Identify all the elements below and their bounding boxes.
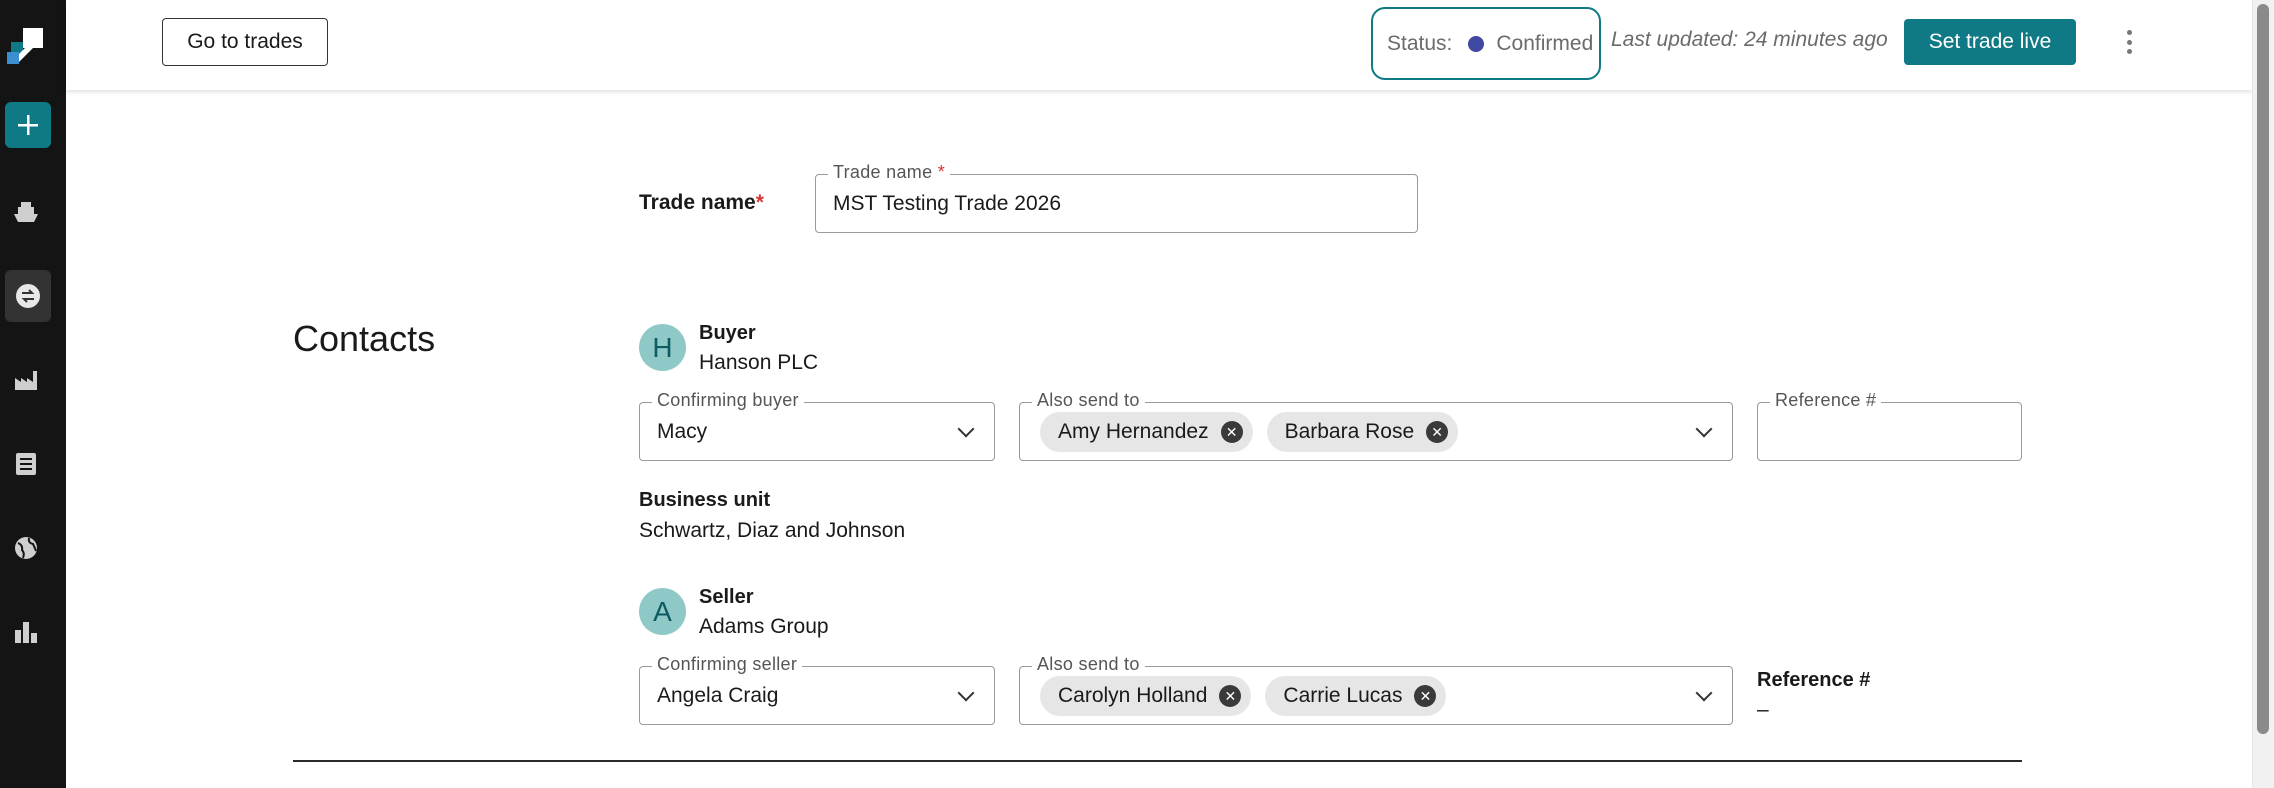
confirming-seller-select[interactable]: Confirming seller Angela Craig bbox=[639, 654, 995, 725]
globe-icon bbox=[15, 537, 37, 559]
chevron-down-icon[interactable] bbox=[1695, 420, 1713, 437]
ship-icon bbox=[14, 202, 38, 222]
trade-name-value: MST Testing Trade 2026 bbox=[833, 191, 1062, 215]
buyer-role: Buyer bbox=[699, 322, 756, 344]
seller-also-send-to-select[interactable]: Also send to Carolyn Holland ✕ Carrie Lu… bbox=[1019, 654, 1733, 725]
section-divider bbox=[293, 760, 2022, 762]
page-header: Go to trades Status: Confirmed Last upda… bbox=[66, 0, 2252, 90]
chevron-down-icon[interactable] bbox=[957, 684, 975, 701]
factory-icon bbox=[15, 371, 37, 390]
buyer-reference-input[interactable]: Reference # bbox=[1757, 390, 2022, 461]
status-label: Status: bbox=[1387, 31, 1453, 55]
nav-analytics[interactable] bbox=[8, 614, 44, 650]
seller-role: Seller bbox=[699, 586, 754, 608]
add-button[interactable] bbox=[5, 102, 51, 148]
seller-also-send-legend: Also send to bbox=[1032, 654, 1145, 675]
confirming-seller-legend: Confirming seller bbox=[652, 654, 803, 675]
scrollbar-thumb[interactable] bbox=[2257, 4, 2269, 734]
buyer-also-send-to-select[interactable]: Also send to Amy Hernandez ✕ Barbara Ros… bbox=[1019, 390, 1733, 461]
last-updated-text: Last updated: 24 minutes ago bbox=[1611, 28, 1888, 51]
business-unit-label: Business unit bbox=[639, 489, 771, 511]
confirming-buyer-legend: Confirming buyer bbox=[652, 390, 804, 411]
nav-vessels[interactable] bbox=[8, 194, 44, 230]
trade-name-label: Trade name* bbox=[639, 191, 764, 214]
recipient-chip: Carrie Lucas ✕ bbox=[1265, 675, 1447, 716]
buyer-company: Hanson PLC bbox=[699, 351, 819, 374]
seller-reference-value: – bbox=[1757, 698, 1769, 721]
document-list-icon bbox=[16, 453, 36, 475]
chevron-down-icon[interactable] bbox=[957, 420, 975, 437]
nav-globe[interactable] bbox=[8, 530, 44, 566]
recipient-chip: Carolyn Holland ✕ bbox=[1040, 675, 1252, 716]
sidebar bbox=[0, 0, 66, 788]
buyer-avatar: H bbox=[639, 324, 686, 371]
seller-avatar: A bbox=[639, 588, 686, 635]
recipient-chip: Amy Hernandez ✕ bbox=[1040, 411, 1253, 452]
chevron-down-icon[interactable] bbox=[1695, 684, 1713, 701]
nav-facilities[interactable] bbox=[8, 362, 44, 398]
status-dot-icon bbox=[1468, 35, 1485, 52]
seller-company: Adams Group bbox=[699, 615, 829, 638]
set-trade-live-button[interactable]: Set trade live bbox=[1904, 19, 2076, 65]
remove-chip-icon[interactable]: ✕ bbox=[1414, 684, 1437, 707]
remove-chip-icon[interactable]: ✕ bbox=[1426, 420, 1449, 443]
confirming-buyer-select[interactable]: Confirming buyer Macy bbox=[639, 390, 995, 461]
nav-trades[interactable] bbox=[5, 270, 51, 322]
seller-reference-label: Reference # bbox=[1757, 669, 1871, 691]
status-value: Confirmed bbox=[1496, 31, 1594, 55]
trade-name-legend: Trade name * bbox=[828, 162, 951, 183]
status-indicator[interactable]: Status: Confirmed bbox=[1371, 7, 1601, 80]
trade-name-input[interactable]: Trade name * MST Testing Trade 2026 bbox=[815, 162, 1418, 233]
buyer-also-send-legend: Also send to bbox=[1032, 390, 1145, 411]
trade-exchange-icon bbox=[16, 284, 40, 308]
remove-chip-icon[interactable]: ✕ bbox=[1219, 684, 1242, 707]
nav-documents[interactable] bbox=[8, 446, 44, 482]
recipient-chip: Barbara Rose ✕ bbox=[1266, 411, 1459, 452]
confirming-buyer-value: Macy bbox=[657, 419, 708, 443]
confirming-seller-value: Angela Craig bbox=[657, 683, 779, 707]
plus-icon bbox=[18, 115, 38, 135]
go-to-trades-button[interactable]: Go to trades bbox=[162, 18, 328, 66]
app-logo[interactable] bbox=[7, 28, 47, 66]
bar-chart-icon bbox=[15, 622, 37, 643]
business-unit-value: Schwartz, Diaz and Johnson bbox=[639, 519, 906, 542]
buyer-reference-legend: Reference # bbox=[1770, 390, 1882, 411]
remove-chip-icon[interactable]: ✕ bbox=[1220, 420, 1243, 443]
contacts-heading: Contacts bbox=[293, 318, 436, 359]
kebab-menu-icon[interactable] bbox=[2122, 26, 2136, 58]
